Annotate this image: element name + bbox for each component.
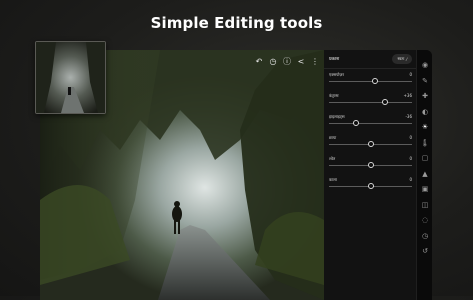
photo-toolbar: ↶ ◷ ⓘ < ⋮ [252,54,322,68]
slider-knob[interactable] [367,162,374,168]
tool-rail: ◉ ✎ ✚ ◐ ☀ 🌡 ▢ ▲ ▣ ◫ ◌ ◷ ↺ [416,50,432,300]
before-thumbnail [35,41,106,114]
slider-knob[interactable] [371,78,378,84]
wand-icon: ⁄ [406,56,407,62]
slider-label: कंट्रास्ट [329,93,339,98]
light-panel: प्रकाश स्वतः ⁄ एक्सपोज़र 0 कंट्रास्ट +36 हाइ… [324,50,416,300]
optics-icon[interactable]: ▣ [417,184,432,194]
slider-label: काला [329,177,337,182]
mask-icon[interactable]: ◐ [417,107,432,117]
auto-button[interactable]: स्वतः ⁄ [392,54,412,64]
geometry-icon[interactable]: ◫ [417,200,432,210]
slider-track[interactable] [329,123,412,124]
slider-value: 0 [409,72,412,77]
slider-row: एक्सपोज़र 0 [324,69,416,90]
versions-icon[interactable]: ◷ [417,231,432,241]
reset-icon[interactable]: ↺ [417,246,432,256]
detail-icon[interactable]: ▲ [417,169,432,179]
light-icon[interactable]: ☀ [417,122,432,132]
slider-value: 0 [409,135,412,140]
history-icon[interactable]: ◷ [266,54,280,68]
slider-list: एक्सपोज़र 0 कंट्रास्ट +36 हाइलाइट्स -36 छाया 0 श… [324,69,416,195]
more-icon[interactable]: ⋮ [308,54,322,68]
slider-row: कंट्रास्ट +36 [324,90,416,111]
brush-icon[interactable]: ✎ [417,76,432,86]
undo-icon[interactable]: ↶ [252,54,266,68]
page-headline: Simple Editing tools [150,14,323,32]
slider-value: 0 [409,177,412,182]
slider-track[interactable] [329,81,412,82]
info-icon[interactable]: ⓘ [280,54,294,68]
color-icon[interactable]: 🌡 [417,138,432,148]
slider-row: काला 0 [324,174,416,195]
heal-icon[interactable]: ✚ [417,91,432,101]
slider-label: एक्सपोज़र [329,72,344,77]
share-icon[interactable]: < [294,54,308,68]
slider-value: 0 [409,156,412,161]
panel-header: प्रकाश स्वतः ⁄ [324,50,416,69]
slider-knob[interactable] [382,99,389,105]
slider-row: श्वेत 0 [324,153,416,174]
panel-title: प्रकाश [329,57,340,62]
slider-label: हाइलाइट्स [329,114,345,119]
slider-row: छाया 0 [324,132,416,153]
slider-knob[interactable] [352,120,359,126]
slider-value: -36 [405,114,412,119]
slider-row: हाइलाइट्स -36 [324,111,416,132]
slider-label: छाया [329,135,337,140]
slider-knob[interactable] [367,141,374,147]
slider-value: +36 [403,93,412,98]
slider-knob[interactable] [367,183,374,189]
auto-label: स्वतः [397,56,405,61]
presets-icon[interactable]: ◌ [417,215,432,225]
thumbnail-photo [36,42,105,113]
profile-icon[interactable]: ◉ [417,60,432,70]
effects-icon[interactable]: ▢ [417,153,432,163]
slider-label: श्वेत [329,156,336,161]
slider-track[interactable] [329,102,412,103]
